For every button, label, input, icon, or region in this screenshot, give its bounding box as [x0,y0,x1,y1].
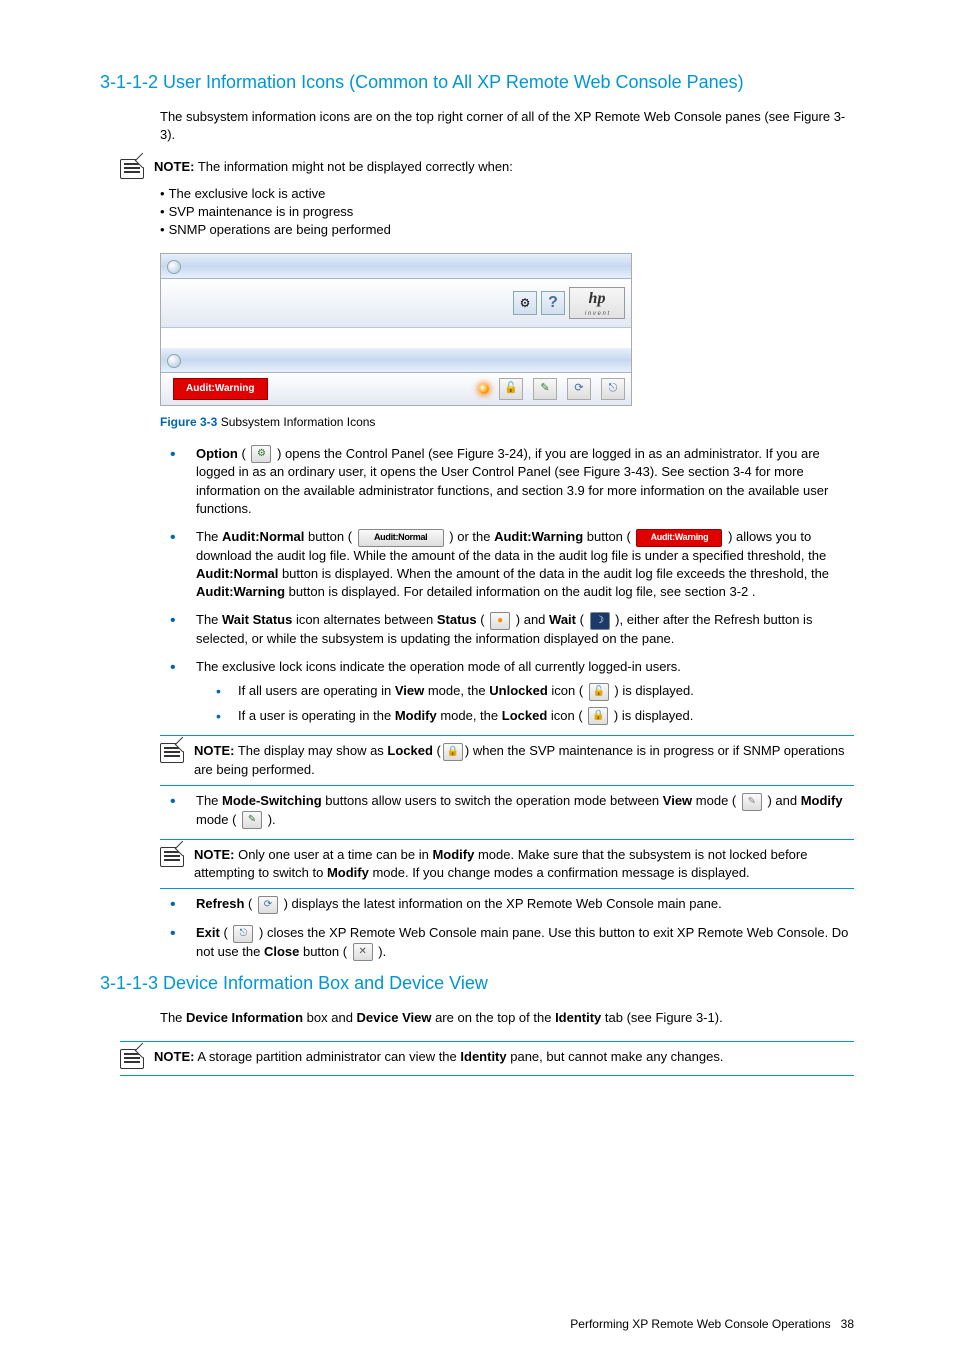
note2-text: NOTE: The display may show as Locked (🔒)… [194,742,854,779]
bullet-wait-status: The Wait Status icon alternates between … [170,611,854,648]
unlocked-icon: 🔓 [589,683,609,701]
ss-toolbar-top: ⚙ ? hpi n v e n t [161,279,631,328]
note-block-3: NOTE: Only one user at a time can be in … [160,839,854,889]
note4-text: NOTE: A storage partition administrator … [154,1048,854,1066]
page-footer: Performing XP Remote Web Console Operati… [100,1316,854,1333]
wait-status-bold: Wait Status [222,612,292,627]
refresh-icon[interactable]: ⟳ [567,378,591,400]
bullet-refresh: Refresh ( ⟳ ) displays the latest inform… [170,895,854,914]
audit-normal-bold: Audit:Normal [222,529,304,544]
view-mode-icon[interactable]: ✎ [742,793,762,811]
audit-warning-bold: Audit:Warning [494,529,583,544]
note-icon [160,847,184,867]
ss-titlebar-top [161,254,631,279]
note-icon [160,743,184,763]
bullet-exit: Exit ( ⎋ ) closes the XP Remote Web Cons… [170,924,854,961]
locked-icon: 🔒 [588,707,608,725]
note1-list: The exclusive lock is active SVP mainten… [160,185,854,240]
feature-list-3: Refresh ( ⟳ ) displays the latest inform… [170,895,854,961]
bullet-lock: The exclusive lock icons indicate the op… [170,658,854,725]
note-label: NOTE: [154,159,194,174]
ss-titlebar-bottom [161,348,631,373]
mode-switch-icon[interactable]: ✎ [533,378,557,400]
note-icon [120,159,144,179]
close-icon[interactable]: ✕ [353,943,373,961]
lock-sub-unlocked: If all users are operating in View mode,… [216,682,854,701]
note1-item: The exclusive lock is active [160,185,854,203]
exit-icon[interactable]: ⎋ [601,378,625,400]
figure-3-3: ⚙ ? hpi n v e n t Audit:Warning 🔓 ✎ ⟳ ⎋ [160,253,854,406]
modify-mode-icon[interactable]: ✎ [242,811,262,829]
note-label: NOTE: [194,743,234,758]
figure-caption: Figure 3-3 Subsystem Information Icons [160,414,854,431]
audit-warning-button[interactable]: Audit:Warning [636,529,722,547]
figure-caption-text: Subsystem Information Icons [217,415,375,429]
status-icon: ● [490,612,510,630]
screenshot-panel: ⚙ ? hpi n v e n t Audit:Warning 🔓 ✎ ⟳ ⎋ [160,253,632,406]
audit-warning-button[interactable]: Audit:Warning [173,378,268,400]
note1-item: SVP maintenance is in progress [160,203,854,221]
lock-sub-locked: If a user is operating in the Modify mod… [216,707,854,726]
hp-logo: hpi n v e n t [569,287,625,319]
page-number: 38 [841,1317,854,1331]
bullet-mode-switching: The Mode-Switching buttons allow users t… [170,792,854,829]
bullet-audit: The Audit:Normal button ( Audit:Normal )… [170,528,854,601]
note-block-2: NOTE: The display may show as Locked (🔒)… [160,735,854,786]
bullet-option: Option ( ⚙ ) opens the Control Panel (se… [170,445,854,518]
note-block-4: NOTE: A storage partition administrator … [120,1041,854,1076]
note1-body: The information might not be displayed c… [198,159,513,174]
note-label: NOTE: [154,1049,194,1064]
option-icon[interactable]: ⚙ [251,445,271,463]
note-icon [120,1049,144,1069]
section2-intro: The Device Information box and Device Vi… [160,1009,854,1027]
unlocked-icon: 🔓 [499,378,523,400]
figure-label: Figure 3-3 [160,415,217,429]
option-icon[interactable]: ⚙ [513,291,537,315]
option-bold: Option [196,446,238,461]
section1-intro: The subsystem information icons are on t… [160,108,854,144]
section-heading-3113: 3-1-1-3 Device Information Box and Devic… [100,971,854,996]
note3-text: NOTE: Only one user at a time can be in … [194,846,854,882]
hp-invent-text: i n v e n t [585,310,609,318]
ss-gap [161,328,631,348]
audit-normal-button[interactable]: Audit:Normal [358,529,444,547]
wait-icon: ☽ [590,612,610,630]
feature-list-2: The Mode-Switching buttons allow users t… [170,792,854,829]
section-heading-3112: 3-1-1-2 User Information Icons (Common t… [100,70,854,95]
ss-toolbar-bottom: Audit:Warning 🔓 ✎ ⟳ ⎋ [161,373,631,405]
note1-item: SNMP operations are being performed [160,221,854,239]
note-block-1: NOTE: The information might not be displ… [120,158,854,179]
help-icon[interactable]: ? [541,291,565,315]
refresh-icon[interactable]: ⟳ [258,896,278,914]
wait-status-icon [479,384,489,394]
feature-list: Option ( ⚙ ) opens the Control Panel (se… [170,445,854,725]
note1-text: NOTE: The information might not be displ… [154,158,513,176]
note-label: NOTE: [194,847,234,862]
footer-text: Performing XP Remote Web Console Operati… [570,1317,830,1331]
exit-icon[interactable]: ⎋ [233,925,253,943]
lock-sublist: If all users are operating in View mode,… [216,682,854,725]
locked-icon: 🔒 [443,743,463,761]
